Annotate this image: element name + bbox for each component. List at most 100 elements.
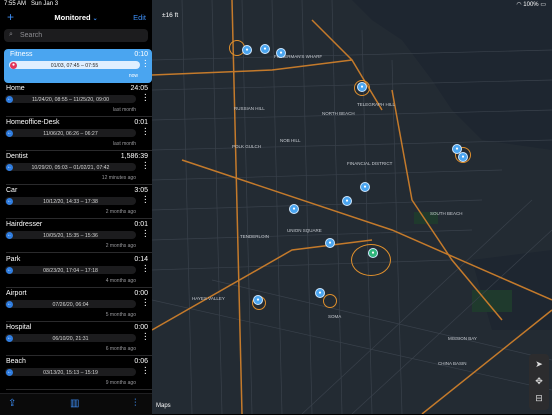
more-icon[interactable]: · · · <box>144 58 147 71</box>
item-relative-time: 4 months ago <box>105 278 136 284</box>
status-date: Sun Jan 3 <box>31 1 59 7</box>
item-name: Airport <box>6 290 27 297</box>
location-pin[interactable]: ● <box>360 182 370 192</box>
list-item[interactable]: Airport 0:00 ← 07/26/20, 06:04 · · · 5 months a… <box>0 288 152 322</box>
selected-location-pin[interactable]: ● <box>368 248 378 258</box>
item-date-range: 08/23/20, 17:04 – 17:18 <box>43 267 98 274</box>
item-name: Park <box>6 256 21 263</box>
more-icon[interactable]: · · · <box>144 331 147 344</box>
location-pin[interactable]: ● <box>325 238 335 248</box>
status-bar: 7:55 AM Sun Jan 3 ◠ 100% ▭ <box>0 0 552 9</box>
maps-logo: Maps <box>156 403 171 409</box>
chart-icon[interactable]: ▥ <box>70 398 79 409</box>
map-label: TELEGRAPH HILL <box>357 102 396 107</box>
filter-icon[interactable]: ⫶ <box>134 398 137 409</box>
search-placeholder: Search <box>20 32 43 39</box>
item-name: Homeoffice-Desk <box>6 119 60 126</box>
list-item[interactable]: Car 3:05 ← 10/12/20, 14:33 – 17:38 · · · 2 mont… <box>0 185 152 219</box>
location-pin[interactable]: ● <box>458 152 468 162</box>
map-label: NOB HILL <box>280 138 301 143</box>
wifi-icon: ◠ <box>516 2 522 8</box>
item-date-range: 10/12/20, 14:33 – 17:38 <box>43 198 98 205</box>
item-date-range: 11/06/20, 06:26 – 06:27 <box>43 130 98 137</box>
list-item[interactable]: Beach 0:06 ← 03/13/20, 15:13 – 15:19 · · · 9 mo… <box>0 356 152 390</box>
item-relative-time: 12 minutes ago <box>101 175 136 181</box>
item-duration: 0:10 <box>134 51 148 58</box>
map-label: SOUTH BEACH <box>430 211 463 216</box>
map-label: TENDERLOIN <box>240 234 269 239</box>
date-range-bar: ← 07/26/20, 06:04 <box>5 300 136 308</box>
date-range-bar: ← 10/29/20, 05:03 – 01/02/21, 07:42 <box>5 163 136 171</box>
sidebar-topbar: + Monitored ⌄ Edit <box>0 10 152 26</box>
map-label: RUSSIAN HILL <box>234 106 265 111</box>
search-icon: ⌕ <box>9 31 13 38</box>
item-date-range: 07/26/20, 06:04 <box>52 301 89 308</box>
location-pin[interactable]: ● <box>253 295 263 305</box>
location-pin[interactable]: ● <box>242 45 252 55</box>
date-range-bar: ← 11/06/20, 06:26 – 06:27 <box>5 129 136 137</box>
location-pin[interactable]: ● <box>289 204 299 214</box>
chevron-down-icon: ⌄ <box>92 16 98 22</box>
list-item[interactable]: Hospital 0:00 ← 06/10/20, 21:31 · · · 6 months … <box>0 322 152 356</box>
item-relative-time: 2 months ago <box>105 209 136 215</box>
list-item[interactable]: Hairdresser 0:01 ← 10/05/20, 15:35 – 15:36 ·… <box>0 219 152 253</box>
item-duration: 24:05 <box>130 85 148 92</box>
battery-percent: 100% <box>523 2 539 8</box>
map-mode-icon[interactable]: ⊟ <box>529 393 549 404</box>
more-icon[interactable]: · · · <box>144 297 147 310</box>
item-relative-time: last month <box>112 141 136 147</box>
list-item[interactable]: Park 0:14 ← 08/23/20, 17:04 – 17:18 · · · 4 mon… <box>0 254 152 288</box>
list-item[interactable]: Dentist 1,586:39 ← 10/29/20, 05:03 – 01/02/… <box>0 151 152 185</box>
map-label: FINANCIAL DISTRICT <box>347 161 393 166</box>
item-name: Home <box>6 85 25 92</box>
item-relative-time: now <box>128 73 138 79</box>
item-duration: 3:05 <box>134 187 148 194</box>
item-name: Car <box>6 187 18 194</box>
location-pin[interactable]: ● <box>276 48 286 58</box>
more-icon[interactable]: · · · <box>144 92 147 105</box>
location-pin[interactable]: ● <box>315 288 325 298</box>
location-pin[interactable]: ● <box>357 82 367 92</box>
more-icon[interactable]: · · · <box>144 365 147 378</box>
location-pin[interactable]: ● <box>260 44 270 54</box>
map-controls: ➤ ✥ ⊟ <box>529 354 549 410</box>
list-item[interactable]: Homeoffice-Desk 0:01 ← 11/06/20, 06:26 – 06… <box>0 117 152 151</box>
title-label: Monitored <box>54 13 91 22</box>
item-name: Hospital <box>6 324 32 331</box>
edit-button[interactable]: Edit <box>133 13 146 22</box>
more-icon[interactable]: · · · <box>144 160 147 173</box>
item-relative-time: 2 months ago <box>105 243 136 249</box>
item-date-range: 11/24/20, 08:55 – 11/25/20, 09:00 <box>31 96 110 103</box>
more-icon[interactable]: · · · <box>144 126 147 139</box>
move-icon[interactable]: ✥ <box>529 376 549 387</box>
item-relative-time: last month <box>112 107 136 113</box>
more-icon[interactable]: · · · <box>144 263 147 276</box>
item-duration: 0:14 <box>134 256 148 263</box>
item-relative-time: 5 months ago <box>105 312 136 318</box>
list-item[interactable]: Home 24:05 ← 11/24/20, 08:55 – 11/25/20, 09… <box>0 83 152 117</box>
scale-label: ±16 ft <box>162 12 179 19</box>
map-view[interactable]: FISHERMAN'S WHARF TELEGRAPH HILL NORTH B… <box>152 0 552 414</box>
search-field[interactable]: ⌕ Search <box>4 29 148 42</box>
map-label: UNION SQUARE <box>287 228 322 233</box>
location-arrow-icon[interactable]: ➤ <box>529 359 549 370</box>
item-relative-time: 6 months ago <box>105 346 136 352</box>
export-icon[interactable]: ⇪ <box>8 398 16 409</box>
location-pin[interactable]: ● <box>342 196 352 206</box>
date-range-bar: ← 06/10/20, 21:31 <box>5 334 136 342</box>
item-name: Fitness <box>10 51 33 58</box>
map-label: MISSION BAY <box>448 336 477 341</box>
item-duration: 0:06 <box>134 358 148 365</box>
item-name: Hairdresser <box>6 221 43 228</box>
item-date-range: 01/03, 07:45 – 07:55 <box>50 62 99 69</box>
item-date-range: 10/05/20, 15:35 – 15:36 <box>43 232 98 239</box>
item-relative-time: 9 months ago <box>105 380 136 386</box>
map-label: SOMA <box>328 314 341 319</box>
item-name: Beach <box>6 358 26 365</box>
list-item[interactable]: Fitness 0:10 ● 01/03, 07:45 – 07:55 · · · now <box>4 49 152 83</box>
more-icon[interactable]: · · · <box>144 228 147 241</box>
monitored-filter[interactable]: Monitored ⌄ <box>0 13 152 22</box>
more-icon[interactable]: · · · <box>144 194 147 207</box>
divider <box>6 252 152 253</box>
region-ring <box>323 294 337 308</box>
